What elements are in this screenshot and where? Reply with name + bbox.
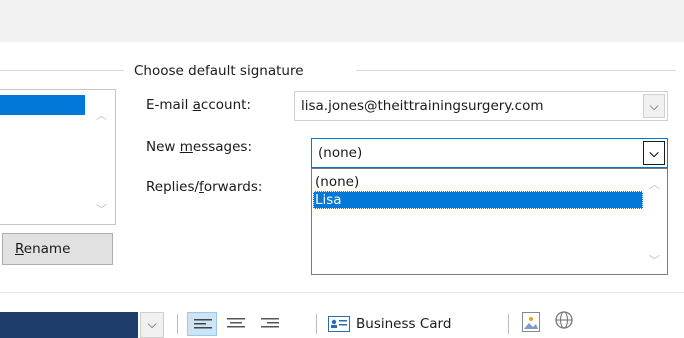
new-messages-value: (none)	[318, 145, 363, 161]
new-messages-dropdown-list[interactable]: (none) Lisa ︿ ﹀	[311, 168, 668, 275]
rename-label: ename	[23, 241, 71, 257]
new-messages-label: New messages:	[146, 138, 252, 156]
dropdown-option-lisa[interactable]: Lisa	[313, 191, 643, 209]
business-card-button[interactable]: Business Card	[328, 312, 451, 336]
toolbar-separator	[0, 292, 684, 293]
align-left-icon	[194, 319, 212, 329]
toolbar-divider	[177, 314, 178, 334]
rename-button[interactable]: Rename	[2, 233, 113, 265]
email-account-value: lisa.jones@theittrainingsurgery.com	[301, 98, 544, 114]
font-name-select[interactable]	[0, 312, 138, 338]
chevron-down-icon[interactable]: ⌵	[140, 312, 164, 338]
chevron-down-icon[interactable]: ⌵	[643, 141, 665, 165]
replies-forwards-label-text: Replies/	[146, 179, 200, 195]
new-messages-label-rest: essages:	[192, 139, 253, 155]
rename-accel: R	[15, 241, 24, 257]
group-divider-right	[356, 70, 676, 71]
align-center-icon	[227, 318, 245, 328]
dropdown-option-none[interactable]: (none)	[313, 173, 643, 191]
align-left-button[interactable]	[187, 312, 217, 336]
align-right-button[interactable]	[255, 312, 285, 336]
scroll-up-arrow-icon[interactable]: ︿	[649, 179, 660, 191]
dialog-header-strip	[0, 0, 684, 42]
group-divider-left	[0, 70, 124, 71]
toolbar-divider	[316, 314, 317, 334]
dropdown-scrollbar[interactable]: ︿ ﹀	[643, 169, 667, 274]
email-account-accel: a	[192, 97, 201, 113]
scroll-down-arrow-icon[interactable]: ﹀	[96, 204, 107, 216]
signature-list-scrollbar[interactable]: ︿ ﹀	[87, 90, 115, 224]
email-account-select[interactable]: lisa.jones@theittrainingsurgery.com ⌵	[294, 91, 668, 121]
new-messages-accel: m	[179, 139, 193, 155]
toolbar-divider	[508, 314, 509, 334]
replies-forwards-label: Replies/forwards:	[146, 178, 262, 196]
business-card-icon	[328, 316, 350, 332]
signature-list-selected-item[interactable]	[0, 95, 85, 115]
email-account-label-text: E-mail	[146, 97, 193, 113]
new-messages-label-text: New	[146, 139, 180, 155]
scroll-up-arrow-icon[interactable]: ︿	[96, 110, 107, 122]
email-account-label-rest: ccount:	[200, 97, 251, 113]
scroll-down-arrow-icon[interactable]: ﹀	[649, 255, 660, 267]
insert-hyperlink-icon[interactable]	[553, 309, 575, 331]
business-card-label: Business Card	[356, 316, 452, 332]
new-messages-select[interactable]: (none) ⌵	[311, 138, 668, 168]
align-right-icon	[261, 318, 279, 328]
insert-picture-icon[interactable]	[522, 312, 540, 332]
align-center-button[interactable]	[221, 312, 251, 336]
chevron-down-icon[interactable]: ⌵	[643, 94, 665, 118]
signature-list[interactable]: ︿ ﹀	[0, 89, 116, 225]
group-title: Choose default signature	[134, 63, 304, 79]
email-account-label: E-mail account:	[146, 96, 251, 114]
replies-forwards-label-rest: orwards:	[203, 179, 263, 195]
